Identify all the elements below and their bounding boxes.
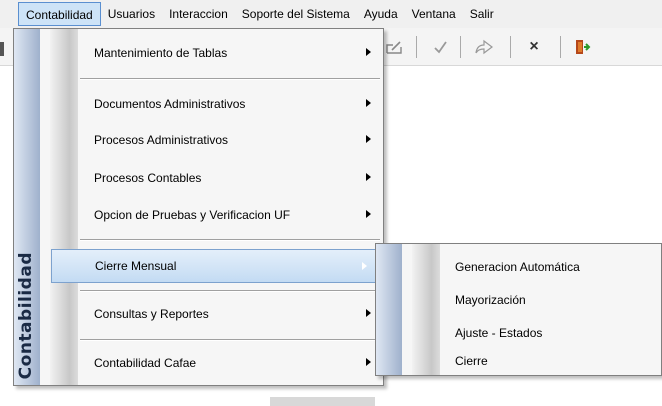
menu-item-label: Documentos Administrativos <box>94 97 246 111</box>
cierre-mensual-submenu: Generacion Automática Mayorización Ajust… <box>375 243 662 376</box>
menu-separator <box>80 78 380 80</box>
submenu-arrow-icon <box>366 173 371 181</box>
submenu-arrow-icon <box>362 262 367 270</box>
submenu-arrow-icon <box>366 309 371 317</box>
submenu-arrow-icon <box>366 99 371 107</box>
menu-item-mantenimiento-de-tablas[interactable]: Mantenimiento de Tablas <box>78 36 383 70</box>
side-banner-label: Contabilidad <box>16 251 36 379</box>
menu-item-procesos-contables[interactable]: Procesos Contables <box>78 161 383 195</box>
exit-door-icon[interactable] <box>570 34 594 60</box>
submenu-item-label: Mayorización <box>455 293 526 307</box>
menu-item-label: Procesos Administrativos <box>94 133 229 147</box>
check-icon[interactable] <box>428 34 452 60</box>
menu-item-documentos-administrativos[interactable]: Documentos Administrativos <box>78 87 383 121</box>
menu-item-label: Mantenimiento de Tablas <box>94 46 228 60</box>
menu-item-contabilidad-cafae[interactable]: Contabilidad Cafae <box>78 346 383 380</box>
menu-separator <box>80 339 380 341</box>
submenu-arrow-icon <box>366 210 371 218</box>
menu-item-opcion-de-pruebas[interactable]: Opcion de Pruebas y Verificacion UF <box>78 198 383 232</box>
menu-contabilidad[interactable]: Contabilidad <box>18 2 101 26</box>
submenu-side-banner <box>376 244 402 375</box>
close-glyph: × <box>529 38 539 55</box>
submenu-arrow-icon <box>366 135 371 143</box>
menu-item-label: Procesos Contables <box>94 171 202 185</box>
menu-soporte-del-sistema[interactable]: Soporte del Sistema <box>235 2 357 26</box>
menu-interaccion[interactable]: Interaccion <box>162 2 235 26</box>
side-banner: Contabilidad <box>14 29 40 385</box>
submenu-item-mayorizacion[interactable]: Mayorización <box>455 287 655 313</box>
submenu-item-label: Cierre <box>455 354 488 368</box>
menu-item-label: Opcion de Pruebas y Verificacion UF <box>94 208 291 222</box>
submenu-item-generacion-automatica[interactable]: Generacion Automática <box>455 254 655 280</box>
undo-icon[interactable] <box>470 34 498 60</box>
menu-ventana[interactable]: Ventana <box>405 2 463 26</box>
submenu-arrow-icon <box>366 48 371 56</box>
menu-bar: Contabilidad Usuarios Interaccion Soport… <box>0 0 662 28</box>
menu-item-label: Cierre Mensual <box>95 259 177 273</box>
contabilidad-dropdown: Contabilidad Mantenimiento de Tablas Doc… <box>13 28 384 386</box>
menu-item-cierre-mensual[interactable]: Cierre Mensual <box>51 249 382 283</box>
window-edge <box>0 42 4 56</box>
icon-gutter <box>50 29 78 385</box>
menu-usuarios[interactable]: Usuarios <box>101 2 162 26</box>
menu-ayuda[interactable]: Ayuda <box>357 2 405 26</box>
close-icon[interactable]: × <box>522 34 546 60</box>
submenu-item-ajuste-estados[interactable]: Ajuste - Estados <box>455 320 655 346</box>
menu-item-label: Contabilidad Cafae <box>94 356 197 370</box>
menu-item-label: Consultas y Reportes <box>94 307 209 321</box>
submenu-item-label: Ajuste - Estados <box>455 326 543 340</box>
menu-salir[interactable]: Salir <box>463 2 501 26</box>
menu-item-consultas-y-reportes[interactable]: Consultas y Reportes <box>78 297 383 331</box>
submenu-arrow-icon <box>366 358 371 366</box>
menu-separator <box>80 290 380 292</box>
menu-item-procesos-administrativos[interactable]: Procesos Administrativos <box>78 123 383 157</box>
submenu-icon-gutter <box>412 244 440 375</box>
edit-icon[interactable] <box>382 34 406 60</box>
submenu-item-cierre[interactable]: Cierre <box>455 348 655 374</box>
submenu-item-label: Generacion Automática <box>455 260 580 274</box>
status-strip <box>270 397 375 406</box>
menu-separator <box>80 239 380 241</box>
